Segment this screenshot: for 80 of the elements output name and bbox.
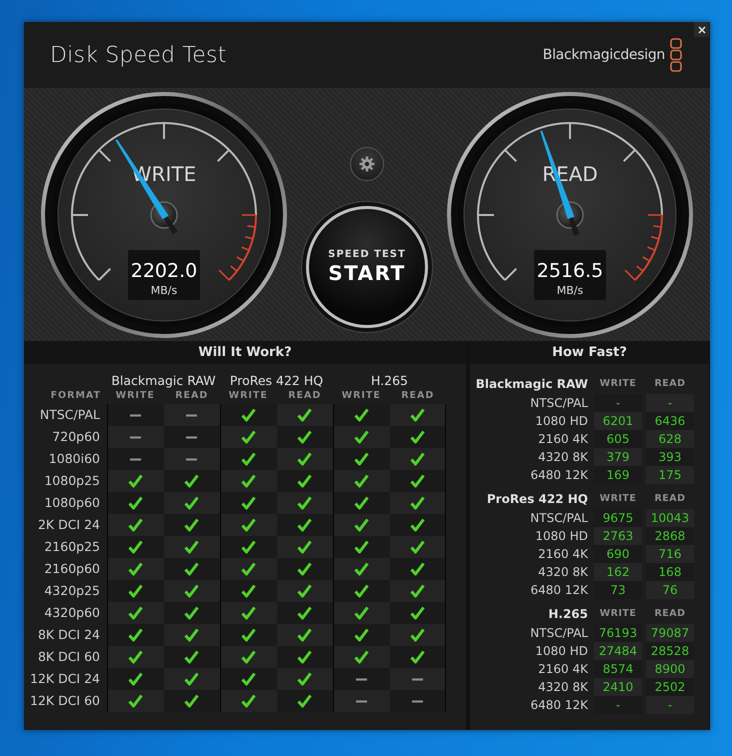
format-label: 1080p60 — [44, 494, 101, 512]
column-header: WRITE — [228, 390, 269, 403]
readout-background — [128, 250, 200, 300]
speed-cell: 8900 — [646, 660, 694, 678]
readout-background — [534, 250, 606, 300]
column-header: READ — [653, 607, 687, 621]
speed-cell: 175 — [646, 466, 694, 484]
resolution-label: 4320 8K — [538, 449, 589, 466]
speed-cell: 76 — [646, 581, 694, 599]
speed-cell: 162 — [594, 563, 642, 581]
resolution-label: 6480 12K — [530, 697, 589, 714]
speed-cell: 628 — [646, 430, 694, 448]
settings-button[interactable] — [350, 147, 384, 181]
column-header: READ — [653, 377, 687, 391]
column-header: WRITE — [340, 390, 382, 403]
column-header: WRITE — [598, 377, 638, 391]
speed-cell: 2763 — [594, 527, 642, 545]
column-header: FORMAT — [50, 390, 102, 403]
codec-header: ProRes 422 HQ — [486, 491, 589, 508]
format-label: 4320p60 — [44, 604, 101, 622]
column-header: READ — [400, 390, 436, 403]
column-header: WRITE — [114, 390, 156, 403]
speed-value: 2202.0 — [130, 260, 198, 282]
column-header: READ — [287, 390, 322, 403]
resolution-label: 2160 4K — [538, 431, 589, 448]
resolution-label: 1080 HD — [535, 413, 589, 430]
format-label: NTSC/PAL — [40, 406, 101, 424]
resolution-label: 1080 HD — [535, 528, 589, 545]
close-icon — [698, 26, 706, 34]
section-title: How Fast? — [470, 341, 709, 364]
resolution-label: NTSC/PAL — [530, 625, 589, 642]
speed-unit: MB/s — [556, 284, 584, 297]
resolution-label: 1080 HD — [535, 643, 589, 660]
redline-scale — [624, 214, 663, 281]
speed-cell: 716 — [646, 545, 694, 563]
codec-header: ProRes 422 HQ — [228, 373, 324, 390]
speed-cell: 6201 — [594, 412, 642, 430]
format-label: 1080p25 — [44, 472, 101, 490]
speed-cell: 79087 — [646, 624, 694, 642]
section-title: Will It Work? — [24, 341, 466, 364]
resolution-label: NTSC/PAL — [530, 395, 589, 412]
format-label: 8K DCI 24 — [38, 626, 101, 644]
resolution-label: 6480 12K — [530, 467, 589, 484]
resolution-label: 4320 8K — [538, 679, 589, 696]
format-label: 2160p25 — [44, 538, 101, 556]
format-label: 8K DCI 60 — [38, 648, 101, 666]
speed-cell: - — [646, 394, 694, 412]
resolution-label: 2160 4K — [538, 661, 589, 678]
codec-header: Blackmagic RAW — [476, 376, 589, 393]
column-header: READ — [653, 492, 687, 506]
column-header: WRITE — [598, 492, 638, 506]
speed-cell: 379 — [594, 448, 642, 466]
format-label: 2160p60 — [44, 560, 101, 578]
logo-icon — [670, 38, 682, 72]
column-header: READ — [174, 390, 210, 403]
brand-name: Blackmagicdesign — [542, 47, 665, 63]
resolution-label: NTSC/PAL — [530, 510, 589, 527]
format-label: 12K DCI 60 — [30, 692, 101, 710]
close-button[interactable] — [694, 22, 709, 37]
format-label: 12K DCI 24 — [30, 670, 101, 688]
format-label: 720p60 — [52, 428, 101, 446]
column-header: WRITE — [598, 607, 638, 621]
app-title: Disk Speed Test — [50, 42, 227, 68]
codec-header: H.265 — [370, 373, 409, 390]
speed-value: 2516.5 — [536, 260, 604, 282]
speed-cell: 2410 — [594, 678, 642, 696]
speed-cell: - — [646, 696, 694, 714]
redline-scale — [218, 214, 257, 281]
codec-header: Blackmagic RAW — [110, 373, 217, 390]
speed-unit: MB/s — [150, 284, 178, 297]
format-label: 1080i60 — [48, 450, 101, 468]
resolution-label: 6480 12K — [530, 582, 589, 599]
resolution-label: 2160 4K — [538, 546, 589, 563]
resolution-label: 4320 8K — [538, 564, 589, 581]
format-label: 2K DCI 24 — [38, 516, 101, 534]
settings-icon — [359, 156, 375, 172]
speed-cell: 10043 — [646, 509, 694, 527]
codec-header: H.265 — [548, 606, 589, 623]
format-label: 4320p25 — [44, 582, 101, 600]
speed-cell: 27484 — [594, 642, 642, 660]
